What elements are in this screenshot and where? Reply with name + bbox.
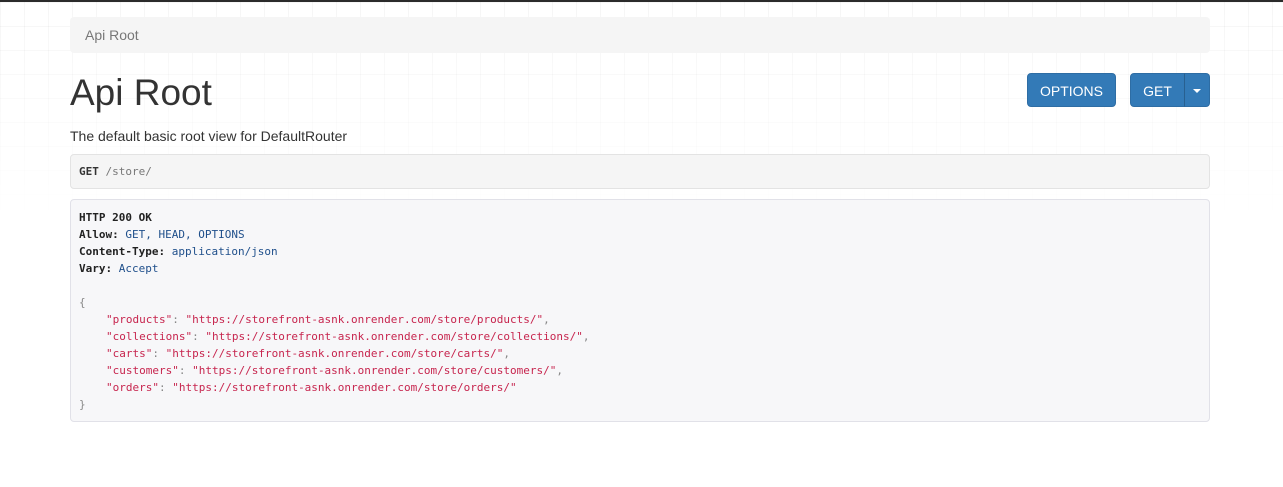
response-info: HTTP 200 OK Allow: GET, HEAD, OPTIONS Cont… [70,199,1210,422]
page-header: Api Root OPTIONS GET [70,72,1210,118]
get-format-dropdown-button[interactable] [1184,73,1210,107]
json-key: "carts" [106,347,153,360]
json-open-brace: { [79,296,86,309]
request-path: /store/ [105,165,152,178]
view-description: The default basic root view for DefaultR… [70,128,348,144]
response-header-line: Content-Type: application/json [79,243,1201,260]
json-key: "collections" [106,330,193,343]
breadcrumb: Api Root [70,17,1210,53]
get-button[interactable]: GET [1130,73,1185,107]
json-link[interactable]: "https://storefront-asnk.onrender.com/st… [205,330,583,343]
response-header-value[interactable]: GET, HEAD, OPTIONS [125,228,244,241]
json-entry: "orders": "https://storefront-asnk.onren… [106,381,517,394]
response-header-line: Vary: Accept [79,260,1201,277]
response-header-name: Allow: [79,228,119,241]
json-close-brace-line: } [79,396,1201,413]
request-info: GET /store/ [70,154,1210,189]
json-link[interactable]: "https://storefront-asnk.onrender.com/st… [166,347,504,360]
request-method: GET [79,165,99,178]
response-header-line: Allow: GET, HEAD, OPTIONS [79,226,1201,243]
json-entry: "products": "https://storefront-asnk.onr… [106,313,550,326]
json-open-brace-line: { [79,294,1201,311]
response-status: HTTP 200 OK [79,211,152,224]
breadcrumb-item-api-root[interactable]: Api Root [85,27,139,43]
json-link[interactable]: "https://storefront-asnk.onrender.com/st… [172,381,516,394]
response-header-value[interactable]: Accept [119,262,159,275]
page-title: Api Root [70,72,212,113]
json-entry: "collections": "https://storefront-asnk.… [106,330,590,343]
response-header-name: Content-Type: [79,245,166,258]
json-link[interactable]: "https://storefront-asnk.onrender.com/st… [192,364,556,377]
json-key: "customers" [106,364,179,377]
options-button[interactable]: OPTIONS [1027,73,1116,107]
response-header-value[interactable]: application/json [172,245,278,258]
response-status-line: HTTP 200 OK [79,209,1201,226]
response-header-name: Vary: [79,262,113,275]
json-entry: "customers": "https://storefront-asnk.on… [106,364,563,377]
json-link[interactable]: "https://storefront-asnk.onrender.com/st… [185,313,543,326]
caret-down-icon [1193,89,1201,94]
json-close-brace: } [79,398,86,411]
json-entry: "carts": "https://storefront-asnk.onrend… [106,347,510,360]
json-key: "products" [106,313,173,326]
json-key: "orders" [106,381,159,394]
